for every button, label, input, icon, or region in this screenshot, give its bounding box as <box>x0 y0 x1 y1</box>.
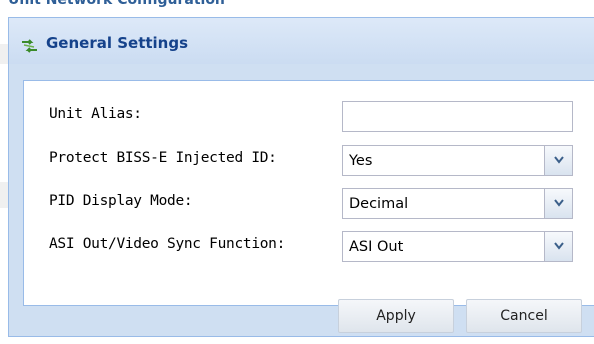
general-settings-dialog: General Settings Unit Alias: Protect BIS… <box>8 17 594 337</box>
protect-biss-value: Yes <box>349 153 373 169</box>
chevron-down-icon[interactable] <box>544 146 572 175</box>
pid-display-label: PID Display Mode: <box>49 193 193 209</box>
unit-alias-label: Unit Alias: <box>49 106 142 122</box>
asi-out-select[interactable]: ASI Out <box>342 231 573 262</box>
dialog-title: General Settings <box>46 34 189 52</box>
apply-button[interactable]: Apply <box>338 299 454 333</box>
chevron-down-icon[interactable] <box>544 232 572 261</box>
cancel-button[interactable]: Cancel <box>466 299 582 333</box>
form-row-unit-alias: Unit Alias: <box>24 101 594 132</box>
pid-display-value: Decimal <box>349 196 409 212</box>
pid-display-select[interactable]: Decimal <box>342 188 573 219</box>
dialog-header[interactable]: General Settings <box>9 18 594 64</box>
background-page-title: Unit Network Configuration <box>8 0 225 8</box>
background-left-edge <box>0 44 8 64</box>
settings-form: Unit Alias: Protect BISS-E Injected ID: … <box>23 80 594 306</box>
protect-biss-label: Protect BISS-E Injected ID: <box>49 150 277 166</box>
unit-alias-input[interactable] <box>342 101 573 132</box>
asi-out-label: ASI Out/Video Sync Function: <box>49 236 286 252</box>
protect-biss-select[interactable]: Yes <box>342 145 573 176</box>
form-row-asi-out: ASI Out/Video Sync Function: ASI Out <box>24 231 594 262</box>
asi-out-value: ASI Out <box>349 239 404 255</box>
form-row-protect-biss: Protect BISS-E Injected ID: Yes <box>24 145 594 176</box>
chevron-down-icon[interactable] <box>544 189 572 218</box>
background-left-edge <box>0 182 8 208</box>
settings-arrows-icon <box>21 38 38 53</box>
form-row-pid-display: PID Display Mode: Decimal <box>24 188 594 219</box>
